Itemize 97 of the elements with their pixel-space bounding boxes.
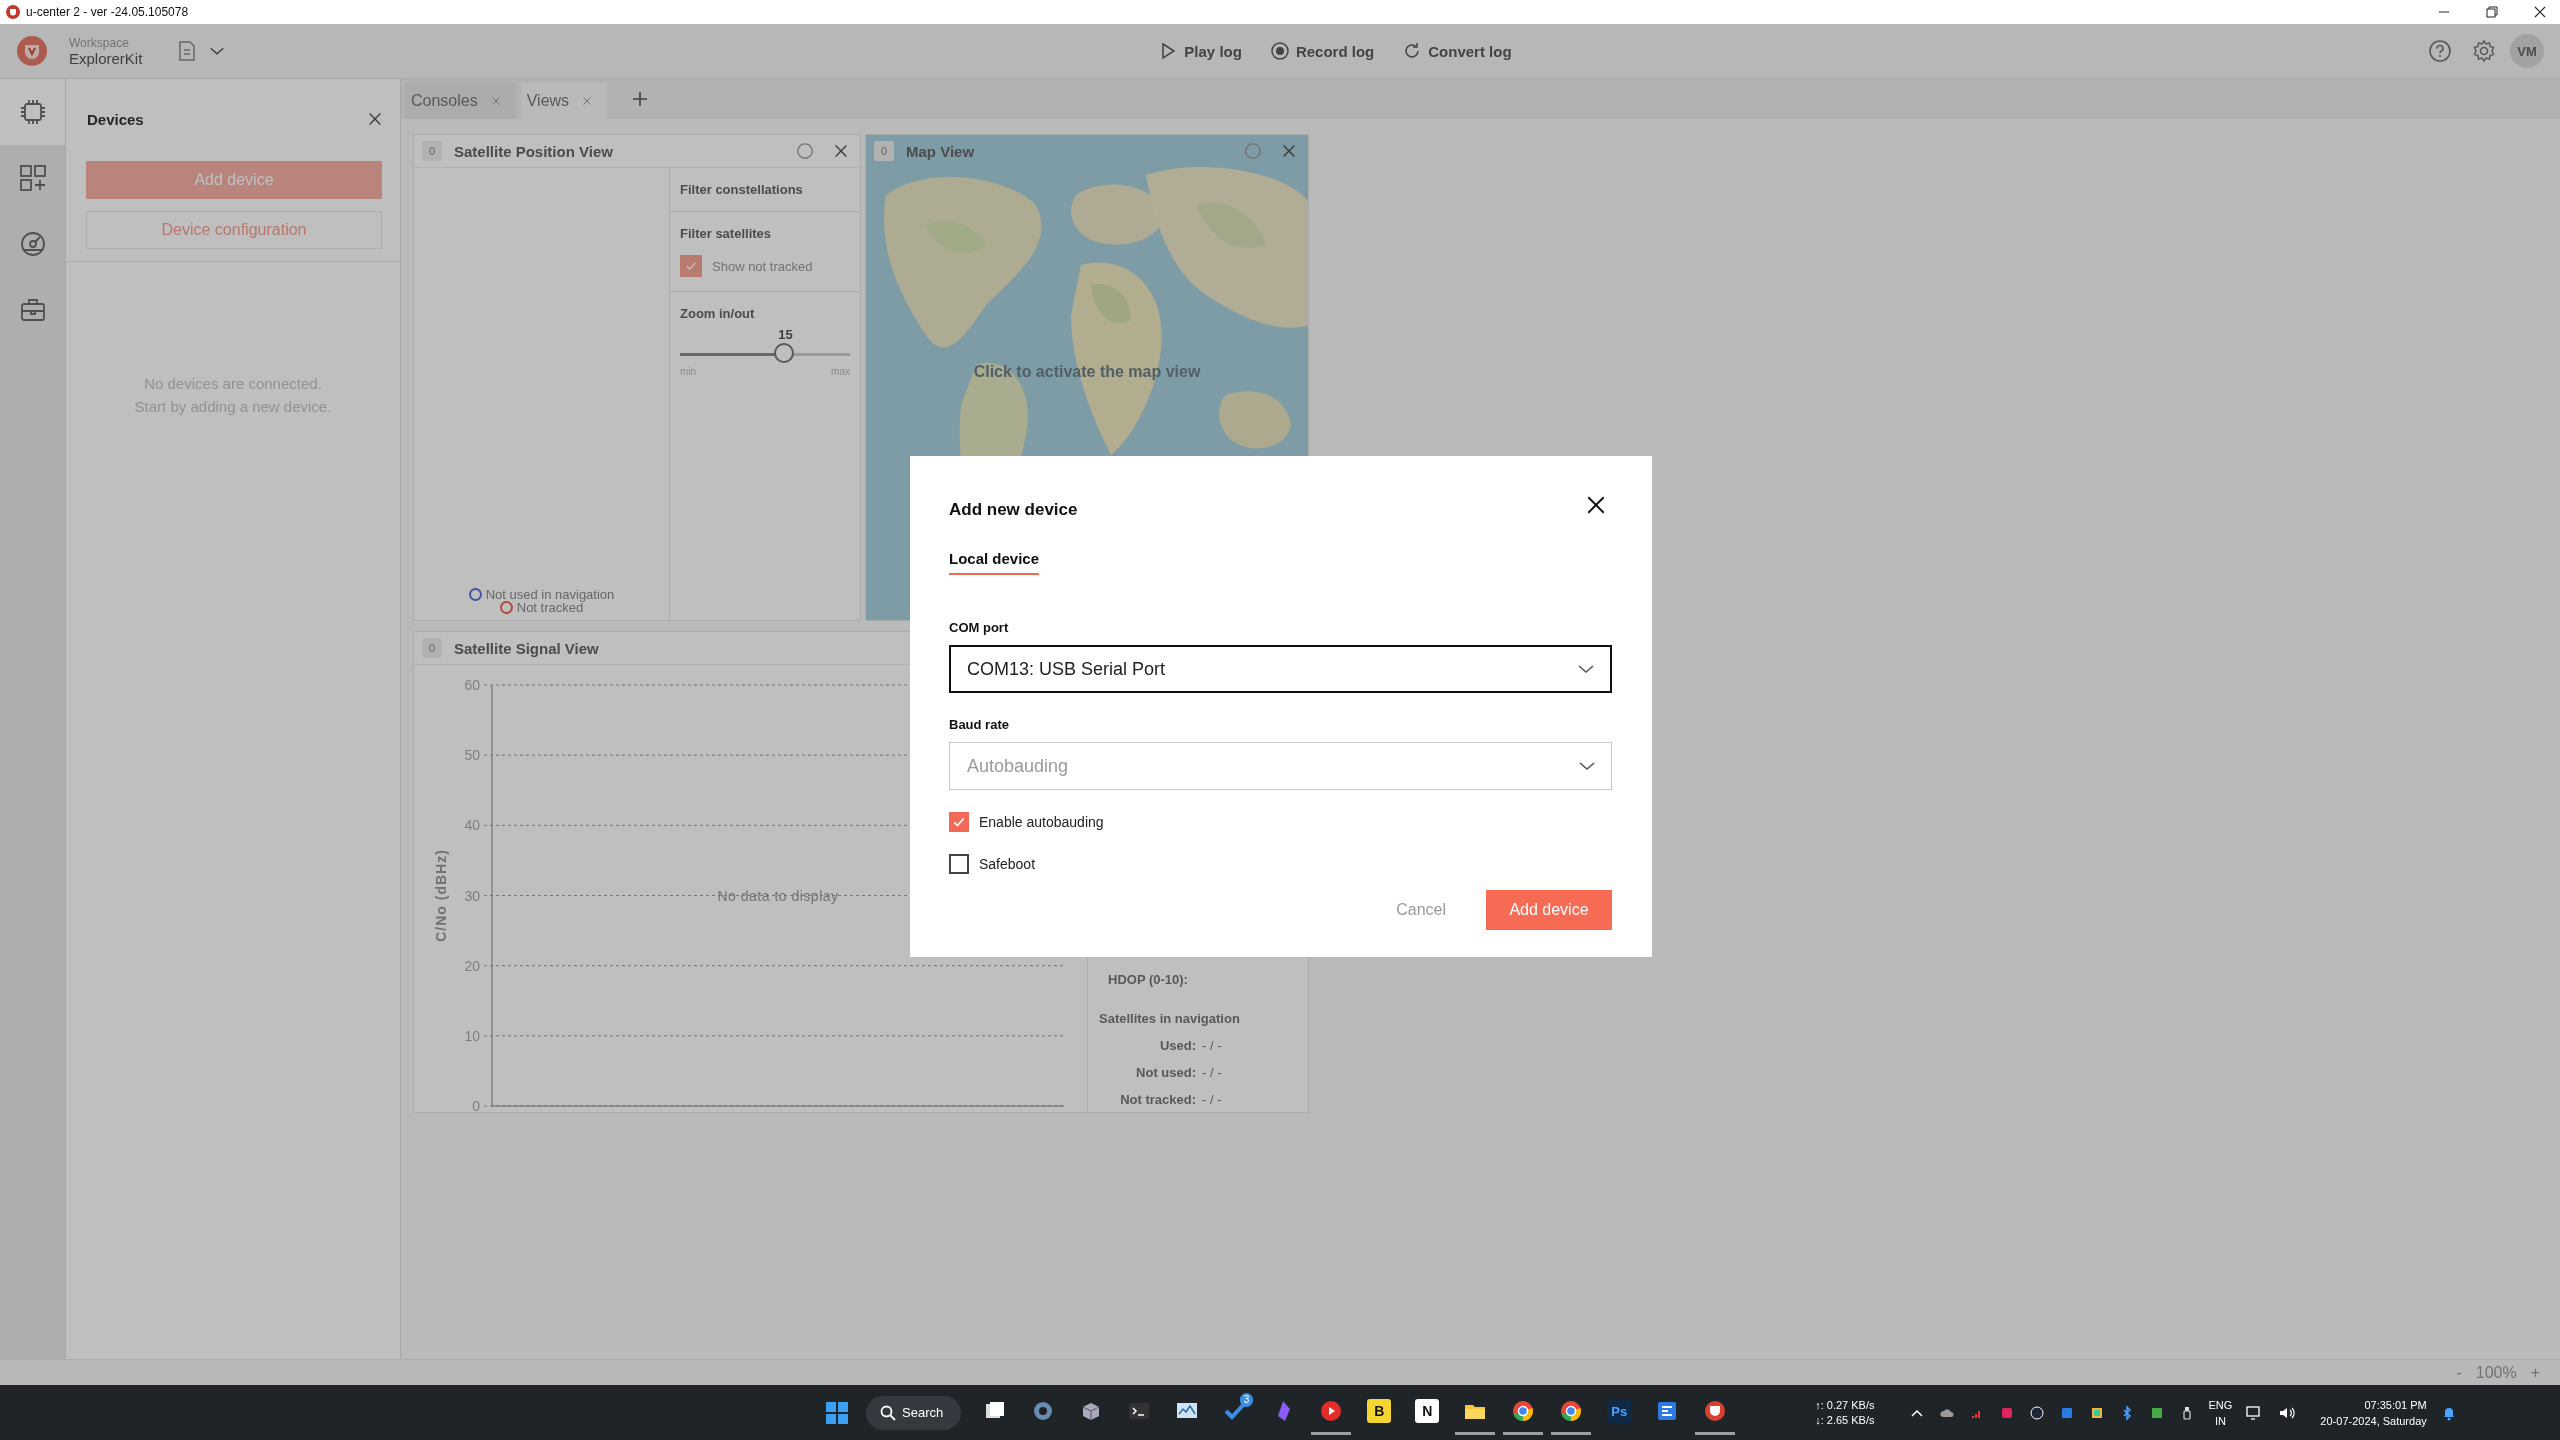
stat-value: - / -	[1202, 1092, 1223, 1107]
close-icon[interactable]	[2534, 6, 2546, 18]
browser-icon	[1559, 1399, 1584, 1423]
checkbox[interactable]	[680, 255, 702, 277]
axis-tick-label: 20	[464, 957, 480, 974]
stat-label: HDOP (0-10):	[1107, 972, 1189, 987]
add-device-button[interactable]: Add device	[1486, 890, 1612, 930]
axis-tick-label: 40	[464, 817, 480, 834]
checkbox-label: Safeboot	[979, 856, 1036, 872]
cancel-button[interactable]: Cancel	[1396, 901, 1446, 919]
tab[interactable]: Views	[520, 83, 608, 119]
checkbox-label: Show not tracked	[712, 258, 813, 274]
panel-title: Satellite Signal View	[454, 639, 599, 657]
toolbar-button[interactable]: Play log	[1158, 41, 1242, 61]
taskbar-app[interactable]: 3	[1215, 1390, 1256, 1435]
toolbar-button[interactable]: Convert log	[1402, 41, 1512, 61]
count-badge: 0	[874, 141, 894, 161]
checkbox[interactable]	[949, 854, 969, 874]
workspace-name: ExplorerKit	[69, 51, 143, 67]
section-title[interactable]: Filter constellations	[680, 182, 850, 197]
slider-thumb[interactable]	[774, 343, 795, 363]
axis-label: C/No (dBHz)	[433, 849, 449, 942]
app-logo-icon	[17, 36, 47, 66]
stat-value: - / -	[1202, 1038, 1223, 1053]
region-code[interactable]: IN	[2214, 1412, 2226, 1429]
stat-label: Not tracked:	[1119, 1092, 1196, 1107]
download-speed: ↓: 2.65 KB/s	[1815, 1412, 1875, 1428]
tab[interactable]: Local device	[949, 550, 1040, 575]
toolbar-button[interactable]: Record log	[1269, 41, 1375, 61]
zoom-level: 100%	[2475, 1363, 2517, 1382]
app-glyph: Ps	[1607, 1399, 1632, 1423]
legend-label: Not used in navigation	[485, 588, 615, 601]
search-button[interactable]: Search	[866, 1395, 962, 1430]
checkbox-label: Enable autobauding	[979, 814, 1104, 830]
clock-date[interactable]: 20-07-2024, Saturday	[2320, 1412, 2427, 1429]
count-badge: 0	[422, 141, 442, 161]
search-icon	[880, 1404, 896, 1421]
panel-title: Map View	[906, 142, 975, 160]
field-label: COM port	[949, 620, 1010, 635]
axis-tick-label: 60	[464, 677, 480, 693]
map-hint[interactable]: Click to activate the map view	[866, 363, 1308, 381]
browser-icon	[1511, 1399, 1536, 1423]
language-code[interactable]: ENG	[2208, 1396, 2233, 1413]
loading-spinner-icon	[796, 142, 814, 160]
dialog-title: Add new device	[949, 500, 1078, 520]
field-label: Baud rate	[949, 717, 1010, 732]
zoom-out-button[interactable]: -	[2456, 1363, 2462, 1382]
help-icon[interactable]	[2428, 39, 2452, 63]
record-icon	[1269, 41, 1290, 61]
section-title: Zoom in/out	[680, 306, 756, 321]
section-title: Satellites in navigation	[1098, 1011, 1241, 1026]
app-logo-icon	[6, 5, 20, 19]
loading-spinner-icon	[1244, 142, 1262, 160]
close-icon[interactable]	[832, 142, 850, 160]
shield-icon	[1703, 1399, 1728, 1423]
section-title[interactable]: Filter satellites	[680, 226, 850, 241]
taskbar-app[interactable]: N	[1407, 1390, 1448, 1435]
count-badge: 3	[1239, 1392, 1254, 1407]
toolbox-icon	[18, 296, 47, 324]
start-icon[interactable]	[826, 1401, 848, 1424]
close-icon[interactable]	[1585, 494, 1607, 516]
restore-icon[interactable]	[2486, 6, 2498, 18]
tab-label[interactable]: Consoles	[411, 92, 478, 110]
settings-icon[interactable]	[2472, 39, 2496, 63]
app-glyph: N	[1415, 1399, 1440, 1423]
count-badge: 0	[422, 638, 442, 658]
stat-value: - / -	[1202, 1065, 1223, 1080]
panel-title: Devices	[87, 110, 144, 128]
chip-icon	[18, 98, 47, 126]
steam-icon[interactable]	[2028, 1404, 2045, 1421]
slider-value: 15	[778, 327, 793, 342]
tab-label[interactable]: Views	[526, 92, 570, 110]
play-circle-icon	[1319, 1399, 1344, 1423]
panel-title: Satellite Position View	[454, 142, 613, 160]
tab[interactable]: Consoles	[405, 83, 516, 119]
taskbar-app[interactable]: B	[1359, 1390, 1400, 1435]
workspace-label: Workspace	[69, 35, 130, 51]
close-icon[interactable]	[366, 110, 384, 128]
widgets-icon	[18, 164, 47, 192]
stat-label: Used:	[1158, 1038, 1196, 1053]
user-avatar[interactable]: VM	[2510, 34, 2544, 68]
axis-tick-label: 50	[464, 747, 480, 764]
zoom-in-button[interactable]: +	[2530, 1363, 2540, 1382]
axis-tick-label: 10	[464, 1027, 480, 1044]
taskbar-app[interactable]: Ps	[1599, 1390, 1640, 1435]
dropdown[interactable]: COM13: USB Serial Port	[949, 645, 1612, 693]
axis-tick-label: 30	[464, 887, 480, 904]
axis-tick-label: 0	[472, 1098, 480, 1112]
add-tab-icon[interactable]	[632, 91, 649, 107]
gauge-icon	[18, 230, 47, 258]
checkbox[interactable]	[949, 812, 969, 832]
upload-speed: ↑: 0.27 KB/s	[1815, 1397, 1875, 1413]
window-title: u-center 2 - ver -24.05.105078	[26, 5, 189, 19]
clock-time[interactable]: 07:35:01 PM	[2364, 1396, 2427, 1413]
legend-label: Not tracked	[516, 601, 584, 614]
app-glyph: B	[1367, 1399, 1392, 1423]
stat-label: Not used:	[1135, 1065, 1196, 1080]
